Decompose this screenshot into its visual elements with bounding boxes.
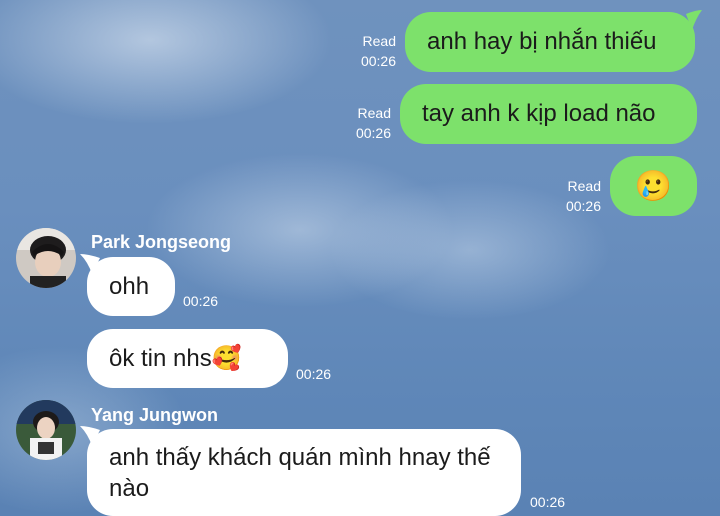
message-bubble[interactable]: 🥲 (610, 156, 697, 216)
message-text: ôk tin nhs🥰 (109, 345, 242, 372)
message-meta: Read 00:26 (553, 176, 601, 216)
emoji-sticker: 🥲 (634, 169, 673, 203)
message-text: anh hay bị nhắn thiếu (427, 28, 657, 55)
message-time: 00:26 (565, 198, 601, 214)
message-text: anh thấy khách quán mình hnay thế nào (109, 443, 491, 502)
message-text: tay anh k kịp load não (422, 100, 656, 127)
message-bubble[interactable]: ôk tin nhs🥰 (87, 329, 288, 388)
message-time: 00:26 (355, 125, 391, 141)
message-time: 00:26 (296, 366, 332, 382)
sender-name: Yang Jungwon (91, 405, 219, 425)
message-bubble[interactable]: anh thấy khách quán mình hnay thế nào (87, 429, 521, 516)
message-time: 00:26 (183, 293, 219, 309)
message-bubble[interactable]: tay anh k kịp load não (400, 84, 697, 144)
message-meta: Read 00:26 (348, 31, 396, 71)
message-text: ohh (109, 272, 150, 300)
avatar[interactable] (16, 228, 76, 288)
message-bubble[interactable]: ohh (87, 257, 175, 316)
message-time: 00:26 (530, 494, 566, 510)
avatar[interactable] (16, 400, 76, 460)
avatar-yang-jungwon (16, 400, 76, 460)
avatar-park-jongseong (16, 228, 76, 288)
message-bubble[interactable]: anh hay bị nhắn thiếu (405, 12, 695, 72)
bubble-tail (686, 10, 702, 30)
read-status: Read (357, 105, 391, 121)
sender-name: Park Jongseong (91, 232, 232, 252)
message-meta: Read 00:26 (343, 103, 391, 143)
message-time: 00:26 (360, 53, 396, 69)
read-status: Read (362, 33, 396, 49)
read-status: Read (567, 178, 601, 194)
